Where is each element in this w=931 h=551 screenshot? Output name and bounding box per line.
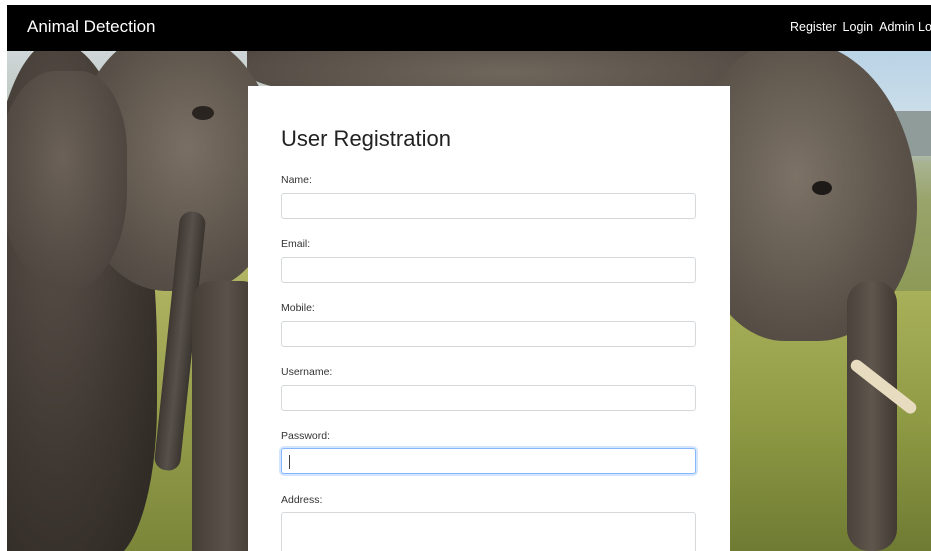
email-input[interactable] [281, 257, 696, 283]
navbar-links: Register Login Admin Login [790, 20, 931, 34]
nav-login-link[interactable]: Login [843, 20, 874, 34]
elephant-right-eye [812, 181, 832, 195]
username-input[interactable] [281, 385, 696, 411]
left-gutter [0, 0, 7, 551]
password-input[interactable] [281, 448, 696, 474]
elephant-right-trunk [847, 281, 897, 551]
email-label: Email: [281, 238, 311, 250]
navbar-clip: Animal Detection Register Login Admin Logi… [7, 5, 931, 51]
text-caret [289, 455, 290, 469]
form-title: User Registration [281, 126, 451, 151]
address-textarea[interactable] [281, 512, 696, 551]
mobile-label: Mobile: [281, 302, 315, 314]
mobile-input[interactable] [281, 321, 696, 347]
name-label: Name: [281, 174, 312, 186]
registration-card: User Registration Name: Email: Mobile: U… [248, 86, 730, 551]
nav-register-link[interactable]: Register [790, 20, 837, 34]
address-label: Address: [281, 494, 323, 506]
nav-admin-login-link[interactable]: Admin Login [879, 20, 931, 34]
password-label: Password: [281, 430, 331, 442]
navbar: Animal Detection Register Login Admin Logi… [7, 5, 931, 51]
page: Animal Detection Register Login Admin Logi… [0, 0, 931, 551]
elephant-left-ear [7, 71, 127, 291]
name-input[interactable] [281, 193, 696, 219]
elephant-left-eye [192, 106, 214, 120]
navbar-brand[interactable]: Animal Detection [27, 17, 156, 37]
username-label: Username: [281, 366, 333, 378]
